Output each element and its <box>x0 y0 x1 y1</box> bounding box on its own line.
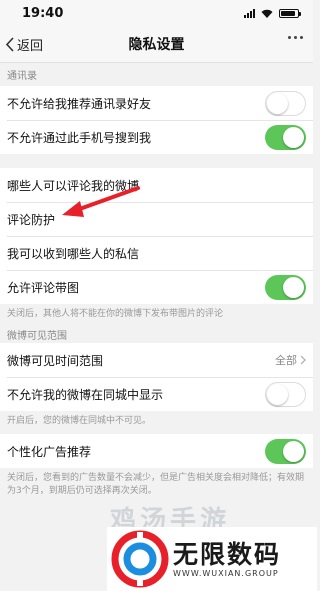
row-label: 不允许通过此手机号搜到我 <box>7 130 152 145</box>
chevron-right-icon <box>300 355 306 365</box>
signal-icon <box>244 8 255 18</box>
row-visible-time-range[interactable]: 微博可见时间范围 全部 <box>0 343 313 377</box>
status-icons <box>244 8 301 18</box>
row-personalized-ads[interactable]: 个性化广告推荐 <box>0 434 313 468</box>
row-value-text: 全部 <box>275 354 297 367</box>
row-no-phone-search[interactable]: 不允许通过此手机号搜到我 <box>0 120 313 154</box>
watermark-logo-icon <box>111 530 169 588</box>
row-label: 评论防护 <box>7 212 56 227</box>
row-label: 不允许我的微博在同城中显示 <box>7 387 164 402</box>
section-header-visibility: 微博可见范围 <box>7 330 67 342</box>
comments-group: 哪些人可以评论我的微博 评论防护 我可以收到哪些人的私信 允许评论带图 <box>0 168 313 304</box>
chevron-left-icon <box>5 36 14 52</box>
battery-icon <box>279 8 301 18</box>
row-who-can-message[interactable]: 我可以收到哪些人的私信 <box>0 236 313 270</box>
contacts-group: 不允许给我推荐通讯录好友 不允许通过此手机号搜到我 <box>0 86 313 154</box>
row-comment-protection[interactable]: 评论防护 <box>0 202 313 236</box>
visibility-group: 微博可见时间范围 全部 不允许我的微博在同城中显示 <box>0 343 313 411</box>
watermark-title: 无限数码 <box>173 539 282 569</box>
row-no-contact-recommend[interactable]: 不允许给我推荐通讯录好友 <box>0 86 313 120</box>
row-label: 允许评论带图 <box>7 280 80 295</box>
status-time: 19:40 <box>22 5 64 21</box>
row-hide-in-local[interactable]: 不允许我的微博在同城中显示 <box>0 377 313 411</box>
row-allow-image-comments[interactable]: 允许评论带图 <box>0 270 313 304</box>
more-options-icon[interactable] <box>288 36 303 39</box>
toggle-switch[interactable] <box>265 274 306 300</box>
section-header-contacts: 通讯录 <box>7 71 37 82</box>
ads-note: 关闭后，您看到的广告数量不会减少，但是广告相关度会相对降低；有效期为3个月，到期… <box>7 473 305 496</box>
toggle-switch[interactable] <box>265 381 306 407</box>
navigation-bar: 返回 隐私设置 <box>0 26 313 63</box>
watermark: 无限数码 WWW.WUXIAN.GROUP <box>107 527 317 591</box>
watermark-subtitle: WWW.WUXIAN.GROUP <box>173 568 279 578</box>
wifi-icon <box>261 9 273 18</box>
visibility-note: 开启后，您的微博在同城中不可见。 <box>7 416 152 426</box>
row-label: 个性化广告推荐 <box>7 444 92 459</box>
toggle-switch[interactable] <box>265 124 306 150</box>
row-label: 微博可见时间范围 <box>7 353 104 368</box>
comments-note: 关闭后，其他人将不能在你的微博下发布带图片的评论 <box>7 309 224 319</box>
toggle-switch[interactable] <box>265 90 306 116</box>
ads-group: 个性化广告推荐 <box>0 434 313 468</box>
row-who-can-comment[interactable]: 哪些人可以评论我的微博 <box>0 168 313 202</box>
row-label: 我可以收到哪些人的私信 <box>7 246 140 261</box>
toggle-switch[interactable] <box>265 438 306 464</box>
status-bar: 19:40 <box>0 0 313 26</box>
back-button[interactable]: 返回 <box>0 35 43 54</box>
page-title: 隐私设置 <box>128 37 185 53</box>
annotation-arrow-icon <box>62 186 140 217</box>
back-label: 返回 <box>17 38 44 54</box>
row-value: 全部 <box>275 352 306 368</box>
row-label: 不允许给我推荐通讯录好友 <box>7 96 152 111</box>
